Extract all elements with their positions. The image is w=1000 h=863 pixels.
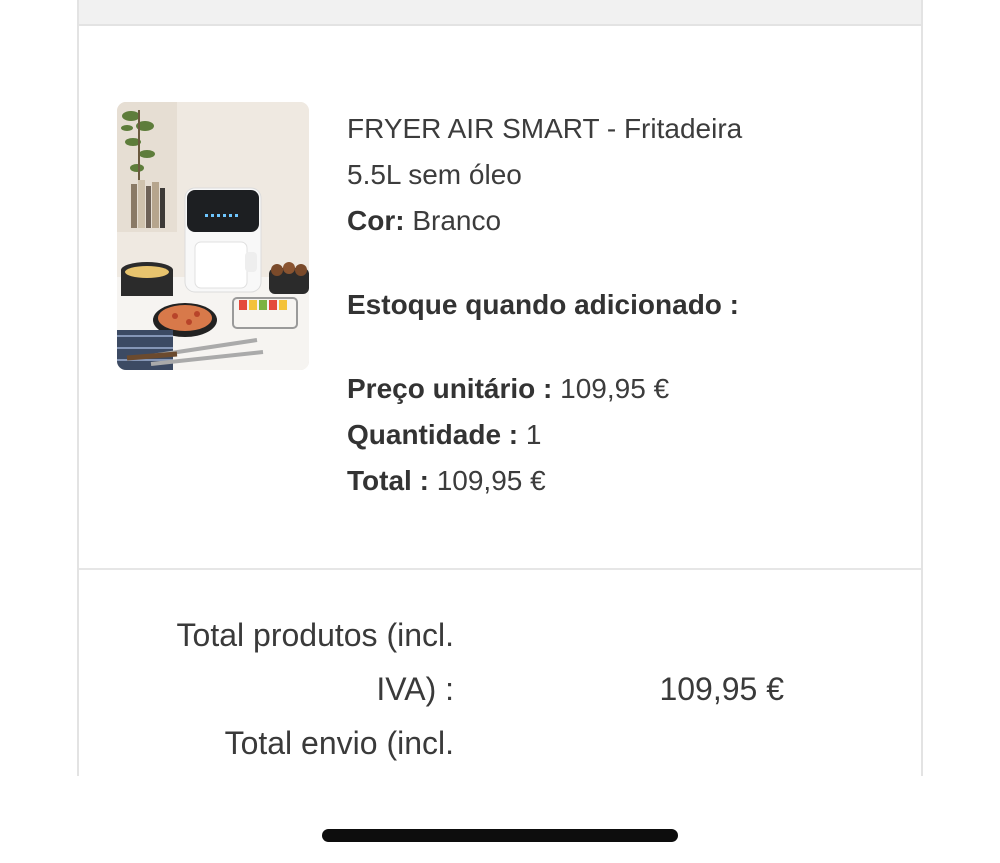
card-header-band <box>79 0 921 26</box>
cart-page: FRYER AIR SMART - Fritadeira 5.5L sem ól… <box>0 0 1000 863</box>
section-divider <box>79 568 921 570</box>
product-image[interactable] <box>117 102 309 370</box>
order-summary: Total produtos (incl. IVA) : 109,95 € To… <box>79 610 921 772</box>
color-value: Branco <box>412 205 502 236</box>
shipping-total-label-line1: Total envio (incl. <box>224 725 454 761</box>
products-total-label-line1: Total produtos (incl. <box>176 617 454 653</box>
stock-label: Estoque quando adicionado : <box>347 282 817 328</box>
air-fryer-photo <box>117 102 309 370</box>
unit-price: Preço unitário : 109,95 € <box>347 366 817 412</box>
line-total-label: Total : <box>347 465 429 496</box>
product-name-line1[interactable]: FRYER AIR SMART - Fritadeira <box>347 106 817 152</box>
product-color: Cor: Branco <box>347 198 817 244</box>
products-total-label-line2: IVA) : <box>376 671 454 707</box>
products-total-row-2: IVA) : 109,95 € <box>79 664 921 718</box>
unit-price-label: Preço unitário : <box>347 373 553 404</box>
products-total-value: 109,95 € <box>659 671 784 707</box>
product-name-line2[interactable]: 5.5L sem óleo <box>347 152 817 198</box>
line-total-value: 109,95 € <box>436 465 546 496</box>
shipping-total-row-1: Total envio (incl. <box>79 718 921 772</box>
line-total: Total : 109,95 € <box>347 458 817 504</box>
color-label: Cor: <box>347 205 405 236</box>
stock-label-text: Estoque quando adicionado : <box>347 289 739 320</box>
products-total-row-1: Total produtos (incl. <box>79 610 921 664</box>
product-details: FRYER AIR SMART - Fritadeira 5.5L sem ól… <box>347 106 817 504</box>
quantity-value: 1 <box>525 419 542 450</box>
quantity: Quantidade : 1 <box>347 412 817 458</box>
order-card: FRYER AIR SMART - Fritadeira 5.5L sem ól… <box>77 0 923 776</box>
quantity-label: Quantidade : <box>347 419 519 450</box>
home-indicator[interactable] <box>322 829 678 842</box>
unit-price-value: 109,95 € <box>560 373 670 404</box>
